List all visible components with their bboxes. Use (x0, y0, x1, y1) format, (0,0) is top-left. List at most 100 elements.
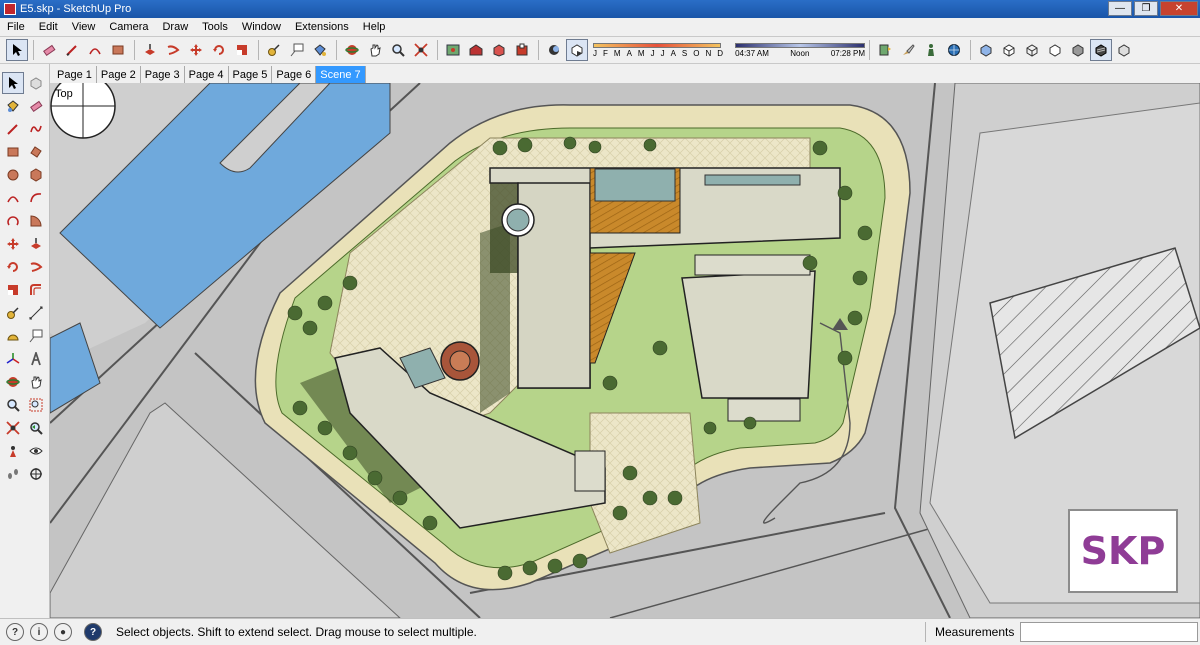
axes-tool-button[interactable] (2, 348, 24, 370)
menu-window[interactable]: Window (235, 21, 288, 33)
zoom-window-button[interactable] (25, 394, 47, 416)
eraser-tool-button[interactable] (25, 95, 47, 117)
menu-help[interactable]: Help (356, 21, 393, 33)
instructor-help-icon[interactable]: ? (84, 623, 102, 641)
circle-tool-button[interactable] (2, 164, 24, 186)
dimension-tool-button[interactable] (25, 302, 47, 324)
style-monochrome-button[interactable] (1113, 39, 1135, 61)
pan-tool-button[interactable] (25, 371, 47, 393)
two-point-arc-button[interactable] (25, 187, 47, 209)
sketchup-app-icon[interactable] (4, 3, 16, 15)
push-pull-button[interactable] (139, 39, 161, 61)
zoom-tool-button[interactable] (387, 39, 409, 61)
extension-warehouse-button[interactable] (511, 39, 533, 61)
follow-me-button[interactable] (25, 256, 47, 278)
geo-location-icon[interactable]: ? (6, 623, 24, 641)
model-info-button[interactable] (943, 39, 965, 61)
rotate-tool-button[interactable] (2, 256, 24, 278)
move-tool-button[interactable] (185, 39, 207, 61)
pie-tool-button[interactable] (25, 210, 47, 232)
arc-tool-button[interactable] (84, 39, 106, 61)
measurements-input[interactable] (1020, 622, 1198, 642)
drawing-viewport[interactable]: Top SKP (50, 83, 1200, 618)
scale-tool-button[interactable] (2, 279, 24, 301)
push-pull-button[interactable] (25, 233, 47, 255)
menu-extensions[interactable]: Extensions (288, 21, 356, 33)
zoom-extents-button[interactable] (2, 417, 24, 439)
zoom-tool-button[interactable] (2, 394, 24, 416)
style-wireframe-button[interactable] (1021, 39, 1043, 61)
zoom-extents-button[interactable] (410, 39, 432, 61)
select-tool-button[interactable] (6, 39, 28, 61)
scene-tab-page-4[interactable]: Page 4 (185, 66, 229, 83)
style-shaded-button[interactable] (1067, 39, 1089, 61)
shapes-tool-button[interactable] (107, 39, 129, 61)
menu-draw[interactable]: Draw (155, 21, 195, 33)
previous-view-button[interactable] (25, 417, 47, 439)
orbit-tool-button[interactable] (341, 39, 363, 61)
rotate-tool-button[interactable] (208, 39, 230, 61)
tape-measure-button[interactable] (2, 302, 24, 324)
scale-tool-button[interactable] (231, 39, 253, 61)
menu-edit[interactable]: Edit (32, 21, 65, 33)
walk-tool-button[interactable] (2, 463, 24, 485)
3d-text-button[interactable] (25, 348, 47, 370)
polygon-tool-button[interactable] (25, 164, 47, 186)
style-shaded-textures-button[interactable] (1090, 39, 1113, 61)
style-backedges-button[interactable] (998, 39, 1020, 61)
share-model-button[interactable] (488, 39, 510, 61)
shadow-settings-button[interactable] (543, 39, 565, 61)
freehand-tool-button[interactable] (25, 118, 47, 140)
style-hidden-line-button[interactable] (1044, 39, 1066, 61)
paint-bucket-button[interactable] (2, 95, 24, 117)
3d-warehouse-button[interactable] (465, 39, 487, 61)
menu-tools[interactable]: Tools (195, 21, 235, 33)
pan-tool-button[interactable] (364, 39, 386, 61)
time-slider-track[interactable] (735, 42, 866, 48)
minimize-button[interactable]: — (1108, 1, 1132, 16)
add-location-button[interactable] (442, 39, 464, 61)
time-slider[interactable]: 04:37 AM Noon 07:28 PM (735, 42, 866, 58)
scene-tab-page-2[interactable]: Page 2 (97, 66, 141, 83)
follow-me-button[interactable] (162, 39, 184, 61)
three-point-arc-button[interactable] (2, 210, 24, 232)
user-account-icon[interactable]: ● (54, 623, 72, 641)
offset-tool-button[interactable] (25, 279, 47, 301)
scene-tab-page-1[interactable]: Page 1 (53, 66, 97, 83)
display-shadows-toggle[interactable] (566, 39, 588, 61)
style-xray-button[interactable] (975, 39, 997, 61)
arc-tool-button[interactable] (2, 187, 24, 209)
close-button[interactable]: ✕ (1160, 1, 1198, 16)
line-tool-button[interactable] (2, 118, 24, 140)
tape-measure-button[interactable] (263, 39, 285, 61)
select-tool-button[interactable] (2, 72, 24, 94)
rectangle-tool-button[interactable] (2, 141, 24, 163)
scene-tab-page-3[interactable]: Page 3 (141, 66, 185, 83)
move-tool-button[interactable] (2, 233, 24, 255)
scene-tab-scene-7[interactable]: Scene 7 (316, 66, 366, 83)
eraser-tool-button[interactable] (38, 39, 60, 61)
look-around-button[interactable] (25, 440, 47, 462)
scene-tab-page-6[interactable]: Page 6 (272, 66, 317, 83)
restore-button[interactable]: ❐ (1134, 1, 1158, 16)
component-button[interactable] (920, 39, 942, 61)
section-plane-button[interactable] (25, 463, 47, 485)
menu-view[interactable]: View (65, 21, 103, 33)
date-slider[interactable]: J F M A M J J A S O N D (593, 42, 723, 58)
text-tool-button[interactable] (286, 39, 308, 61)
styles-button[interactable] (897, 39, 919, 61)
text-tool-button[interactable] (25, 325, 47, 347)
section-plane-button[interactable] (874, 39, 896, 61)
rotated-rectangle-button[interactable] (25, 141, 47, 163)
date-slider-track[interactable] (593, 42, 721, 48)
paint-bucket-button[interactable] (309, 39, 331, 61)
position-camera-button[interactable] (2, 440, 24, 462)
scene-tab-page-5[interactable]: Page 5 (229, 66, 273, 83)
menu-camera[interactable]: Camera (102, 21, 155, 33)
menu-file[interactable]: File (0, 21, 32, 33)
make-component-button[interactable] (25, 72, 47, 94)
credits-icon[interactable]: i (30, 623, 48, 641)
protractor-tool-button[interactable] (2, 325, 24, 347)
orbit-tool-button[interactable] (2, 371, 24, 393)
line-tool-button[interactable] (61, 39, 83, 61)
